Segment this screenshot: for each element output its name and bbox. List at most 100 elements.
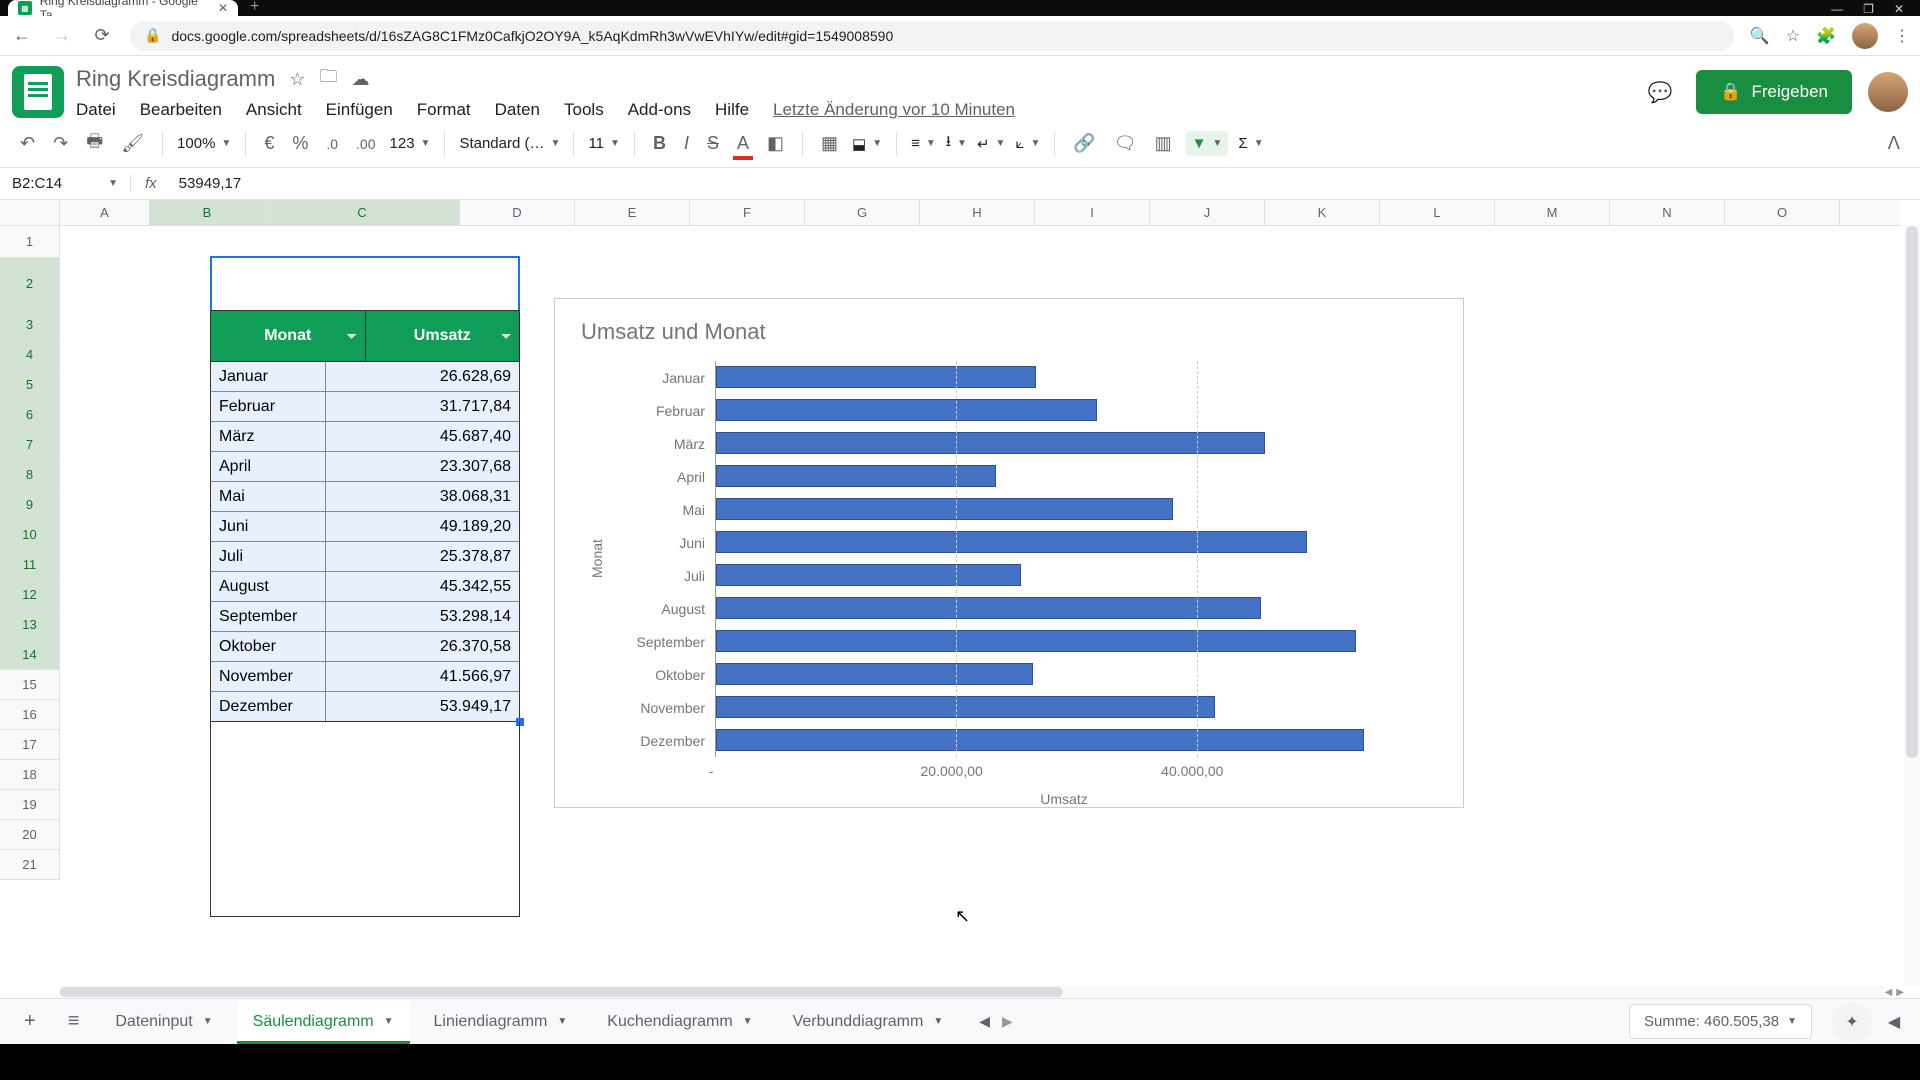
menu-file[interactable]: Datei <box>76 100 116 120</box>
menu-format[interactable]: Format <box>417 100 471 120</box>
merge-button[interactable]: ⬓▼ <box>852 135 882 153</box>
column-header[interactable]: J <box>1150 200 1265 225</box>
menu-edit[interactable]: Bearbeiten <box>140 100 222 120</box>
cell-value[interactable]: 41.566,97 <box>326 662 519 691</box>
url-input[interactable]: 🔒 docs.google.com/spreadsheets/d/16sZAG8… <box>130 21 1734 51</box>
filter-icon[interactable]: ⏷ <box>347 329 357 344</box>
menu-data[interactable]: Daten <box>495 100 540 120</box>
column-header[interactable]: H <box>920 200 1035 225</box>
redo-button[interactable]: ↷ <box>49 129 72 158</box>
row-header[interactable]: 11 <box>0 550 59 580</box>
star-icon[interactable]: ☆ <box>1786 26 1800 46</box>
menu-view[interactable]: Ansicht <box>246 100 302 120</box>
name-box[interactable]: B2:C14 ▼ <box>0 175 130 192</box>
font-select[interactable]: Standard (…▼ <box>459 135 559 152</box>
close-window-icon[interactable]: ✕ <box>1894 2 1904 16</box>
menu-help[interactable]: Hilfe <box>715 100 749 120</box>
table-row[interactable]: April23.307,68 <box>210 452 520 482</box>
cell-month[interactable]: September <box>211 602 326 631</box>
row-header[interactable]: 6 <box>0 400 59 430</box>
header-month[interactable]: Monat ⏷ <box>211 311 366 361</box>
comment-button[interactable]: 🗨 <box>1110 129 1141 158</box>
cloud-status-icon[interactable]: ☁ <box>351 69 369 90</box>
sheet-tab-liniendiagramm[interactable]: Liniendiagramm▼ <box>418 1003 584 1041</box>
cell-month[interactable]: Mai <box>211 482 326 511</box>
row-header[interactable]: 17 <box>0 730 59 760</box>
column-header[interactable]: K <box>1265 200 1380 225</box>
row-header[interactable]: 15 <box>0 670 59 700</box>
cell-value[interactable]: 45.687,40 <box>326 422 519 451</box>
forward-button[interactable]: → <box>50 25 74 46</box>
cell-month[interactable]: August <box>211 572 326 601</box>
cell-month[interactable]: Juni <box>211 512 326 541</box>
row-header[interactable]: 19 <box>0 790 59 820</box>
table-row[interactable]: Januar26.628,69 <box>210 362 520 392</box>
decrease-decimal-button[interactable]: .0 <box>322 132 342 156</box>
column-header[interactable]: G <box>805 200 920 225</box>
table-row[interactable]: Februar31.717,84 <box>210 392 520 422</box>
doc-title[interactable]: Ring Kreisdiagramm <box>76 66 275 92</box>
link-button[interactable]: 🔗 <box>1069 129 1099 158</box>
cell-value[interactable]: 45.342,55 <box>326 572 519 601</box>
cell-value[interactable]: 31.717,84 <box>326 392 519 421</box>
side-panel-toggle[interactable]: ◀ <box>1880 1012 1908 1032</box>
italic-button[interactable]: I <box>680 129 693 158</box>
column-header[interactable]: A <box>60 200 150 225</box>
row-header[interactable]: 16 <box>0 700 59 730</box>
table-row[interactable]: Dezember53.949,17 <box>210 692 520 722</box>
cell-month[interactable]: Februar <box>211 392 326 421</box>
sheet-tab-dateninput[interactable]: Dateninput▼ <box>99 1003 228 1041</box>
row-header[interactable]: 14 <box>0 640 59 670</box>
table-row[interactable]: Mai38.068,31 <box>210 482 520 512</box>
close-icon[interactable]: ✕ <box>218 1 228 15</box>
menu-addons[interactable]: Add-ons <box>628 100 691 120</box>
last-edit-link[interactable]: Letzte Änderung vor 10 Minuten <box>773 100 1015 120</box>
row-header[interactable]: 5 <box>0 370 59 400</box>
menu-icon[interactable]: ⋮ <box>1894 26 1910 46</box>
strikethrough-button[interactable]: S <box>703 129 723 158</box>
row-header[interactable]: 20 <box>0 820 59 850</box>
browser-tab[interactable]: ▦ Ring Kreisdiagramm - Google Ta ✕ <box>8 0 238 16</box>
scroll-nav[interactable]: ◀▶ <box>1885 986 1904 998</box>
star-doc-icon[interactable]: ☆ <box>289 69 305 90</box>
formula-input[interactable]: 53949,17 <box>171 175 250 192</box>
functions-button[interactable]: Σ▼ <box>1238 135 1263 152</box>
cell-value[interactable]: 38.068,31 <box>326 482 519 511</box>
fill-color-button[interactable]: ◧ <box>763 129 788 158</box>
column-header[interactable]: I <box>1035 200 1150 225</box>
bold-button[interactable]: B <box>649 129 670 158</box>
column-header[interactable]: B <box>150 200 265 225</box>
row-header[interactable]: 18 <box>0 760 59 790</box>
cell-value[interactable]: 49.189,20 <box>326 512 519 541</box>
table-row[interactable]: September53.298,14 <box>210 602 520 632</box>
aggregate-display[interactable]: Summe: 460.505,38▼ <box>1629 1004 1812 1039</box>
column-header[interactable]: D <box>460 200 575 225</box>
currency-button[interactable]: € <box>260 129 278 158</box>
vertical-scrollbar[interactable] <box>1904 226 1920 986</box>
column-header[interactable]: L <box>1380 200 1495 225</box>
paint-format-button[interactable]: 🖌 <box>117 129 148 158</box>
halign-button[interactable]: ≡▼ <box>911 135 936 152</box>
all-sheets-button[interactable]: ≡ <box>56 1004 92 1039</box>
row-header[interactable]: 7 <box>0 430 59 460</box>
table-row[interactable]: November41.566,97 <box>210 662 520 692</box>
cell-value[interactable]: 23.307,68 <box>326 452 519 481</box>
row-header[interactable]: 9 <box>0 490 59 520</box>
print-button[interactable]: 🖶 <box>82 125 107 163</box>
filter-icon[interactable]: ⏷ <box>501 329 511 344</box>
cell-month[interactable]: März <box>211 422 326 451</box>
extensions-icon[interactable]: 🧩 <box>1816 26 1836 46</box>
number-format-select[interactable]: 123▼ <box>390 135 431 152</box>
cell-month[interactable]: November <box>211 662 326 691</box>
column-header[interactable]: F <box>690 200 805 225</box>
menu-tools[interactable]: Tools <box>564 100 604 120</box>
text-color-button[interactable]: A <box>733 129 753 158</box>
undo-button[interactable]: ↶ <box>16 129 39 158</box>
cell-value[interactable]: 26.628,69 <box>326 362 519 391</box>
back-button[interactable]: ← <box>10 25 34 46</box>
zoom-select[interactable]: 100%▼ <box>177 135 231 152</box>
sheet-tab-kuchendiagramm[interactable]: Kuchendiagramm▼ <box>591 1003 768 1041</box>
cell-month[interactable]: April <box>211 452 326 481</box>
table-row[interactable]: März45.687,40 <box>210 422 520 452</box>
chart[interactable]: Umsatz und Monat Monat JanuarFebruarMärz… <box>554 298 1464 808</box>
